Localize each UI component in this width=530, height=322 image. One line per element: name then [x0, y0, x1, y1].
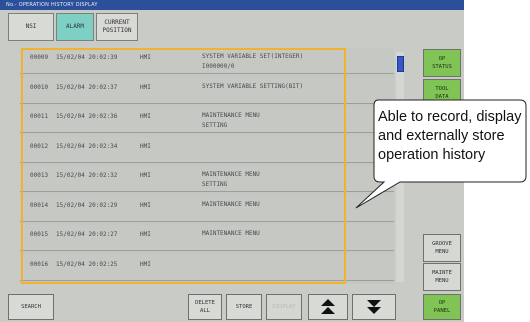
- callout-text: Able to record, display and externally s…: [378, 109, 522, 163]
